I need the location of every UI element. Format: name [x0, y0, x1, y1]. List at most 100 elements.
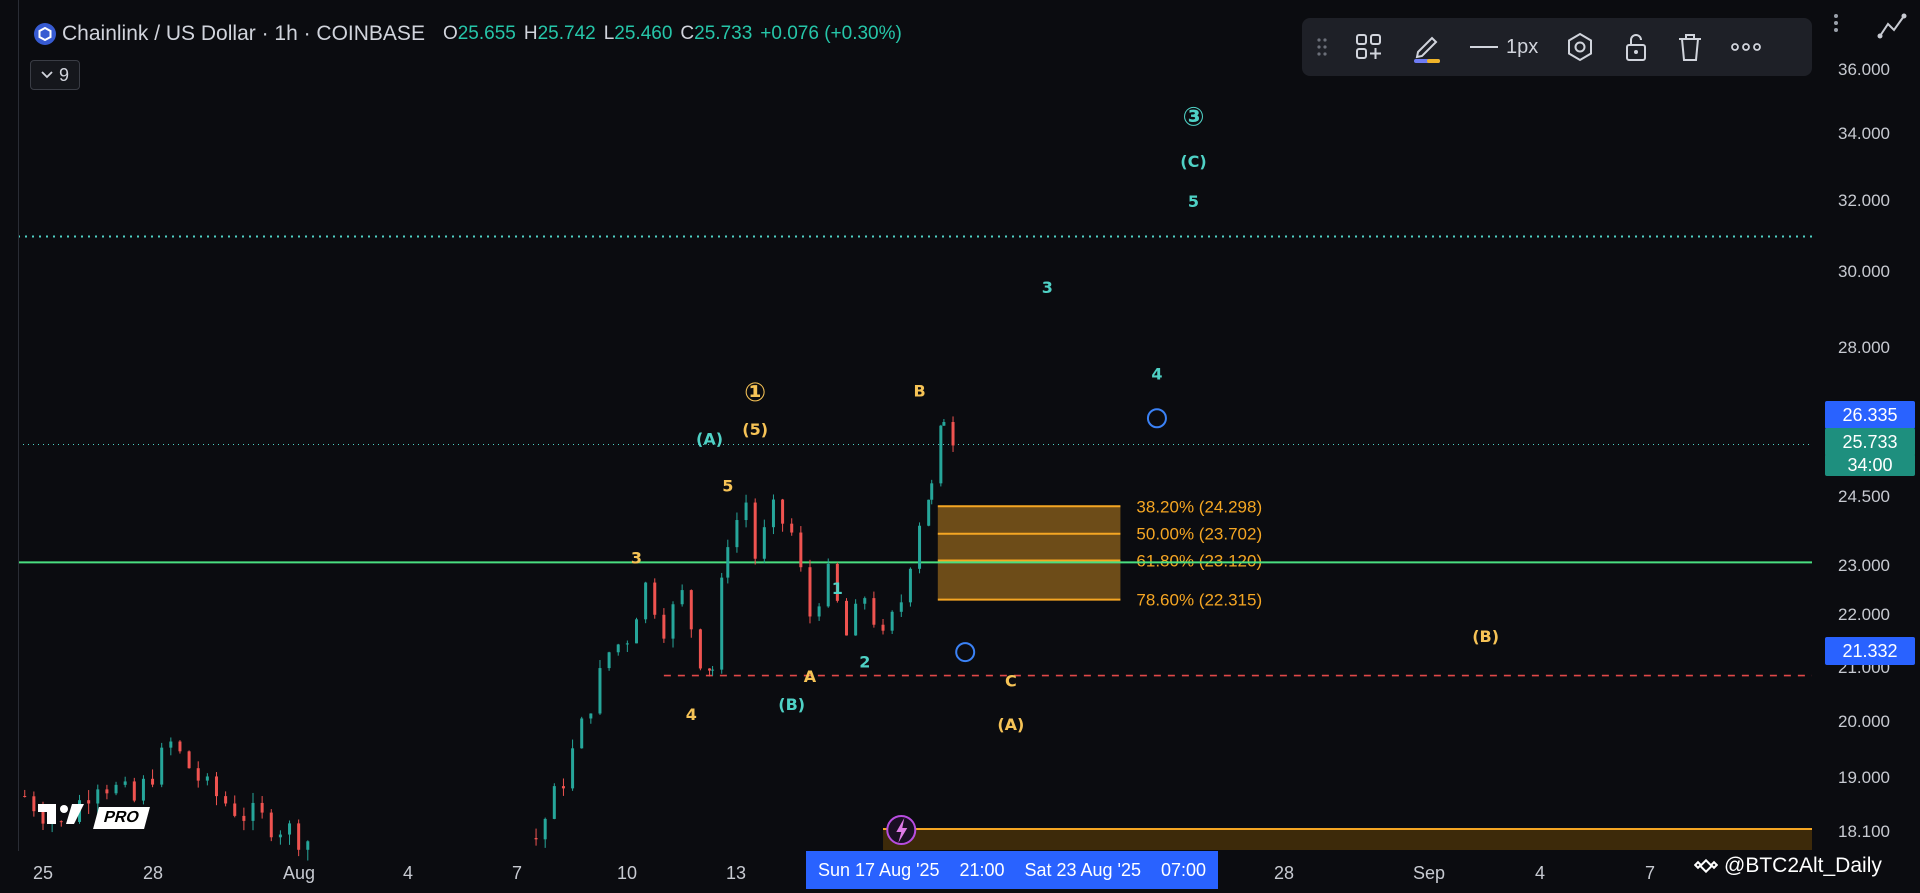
wave-label: A — [804, 667, 817, 686]
candle-body — [817, 606, 821, 617]
lock-icon[interactable] — [1622, 31, 1650, 63]
watermark: @BTC2Alt_Daily — [1694, 854, 1882, 878]
settings-hex-icon[interactable] — [1564, 31, 1596, 63]
wave-label: ① — [744, 378, 766, 408]
candle-body — [790, 523, 794, 533]
price-axis-tick: 22.000 — [1838, 605, 1890, 624]
candle-body — [708, 668, 712, 671]
candle-body — [939, 425, 943, 484]
candle-body — [781, 499, 785, 524]
candle-body — [205, 776, 209, 781]
price-axis-tick: 19.000 — [1838, 768, 1890, 787]
symbol-header: Chainlink / US Dollar · 1h · COINBASE O2… — [34, 20, 902, 48]
candle-body — [123, 781, 127, 785]
crosshair-time-left: 21:00 — [959, 859, 1005, 880]
candle-body — [233, 803, 237, 816]
time-axis-tick: Aug — [282, 863, 316, 883]
wave-label: 3 — [1042, 278, 1053, 297]
candle-body — [616, 644, 620, 653]
time-axis-tick: 28 — [1273, 863, 1295, 883]
fib-level-label: 38.20% (24.298) — [1136, 497, 1262, 516]
drag-handle-icon[interactable] — [1316, 36, 1328, 58]
add-objects-icon[interactable] — [1354, 32, 1384, 62]
ohlc-values: O25.655 H25.742 L25.460 C25.733 +0.076 (… — [442, 23, 902, 44]
wave-label: B — [913, 382, 925, 401]
candle-body — [881, 624, 885, 631]
more-icon[interactable] — [1730, 43, 1762, 51]
time-axis-tick: 7 — [511, 863, 523, 883]
candle-body — [863, 598, 867, 604]
candle-body — [698, 629, 702, 669]
chainlink-logo-icon — [34, 23, 56, 45]
candle-body — [269, 812, 273, 838]
wave-label: (A) — [696, 429, 723, 448]
drawing-toolbar: 1px — [1302, 18, 1812, 76]
price-axis-tick: 23.000 — [1838, 556, 1890, 575]
bottom-supply-zone — [883, 829, 1812, 850]
indicator-count: 9 — [58, 64, 69, 85]
candle-body — [543, 818, 547, 840]
pro-badge: PRO — [93, 806, 150, 829]
price-axis-tick: 28.000 — [1838, 338, 1890, 357]
wave-label: C — [1005, 671, 1017, 690]
candle-body — [762, 527, 766, 559]
candle-body — [251, 802, 255, 821]
time-axis-tick: 13 — [725, 863, 747, 883]
candle-body — [571, 748, 575, 789]
wave-label: 5 — [722, 477, 733, 496]
line-style-selector[interactable]: 1px — [1470, 36, 1538, 59]
wave-label: (B) — [1472, 627, 1499, 646]
left-panel-edge — [0, 0, 19, 851]
price-tag: 26.335 — [1825, 401, 1915, 429]
candle-body — [178, 741, 182, 752]
candle-body — [653, 582, 657, 615]
fib-level-label: 61.80% (23.120) — [1136, 551, 1262, 570]
candle-body — [214, 776, 218, 797]
price-tag: 25.733 — [1825, 428, 1915, 456]
candle-body — [942, 422, 946, 426]
time-axis-tick: 28 — [142, 863, 164, 883]
candle-body — [224, 796, 228, 804]
candle-body — [598, 668, 602, 714]
candle-body — [799, 532, 803, 568]
tradingview-logo: PRO — [38, 802, 150, 833]
candle-body — [278, 834, 282, 838]
wave-label: (A) — [997, 715, 1024, 734]
candle-body — [187, 751, 191, 769]
plot-area — [18, 0, 1812, 850]
candle-body — [908, 568, 912, 603]
trash-icon[interactable] — [1676, 31, 1704, 63]
candle-body — [753, 502, 757, 559]
tradingview-mark-icon — [38, 802, 90, 833]
candle-body — [297, 823, 301, 850]
candle-body — [534, 838, 538, 840]
wave-label: (5) — [742, 420, 768, 439]
binance-logo-icon — [1694, 858, 1718, 874]
symbol-title[interactable]: Chainlink / US Dollar · 1h · COINBASE — [62, 22, 425, 46]
candle-body — [141, 778, 145, 801]
candle-body — [151, 778, 155, 785]
candle-body — [625, 643, 629, 645]
price-axis-tick: 32.000 — [1838, 191, 1890, 210]
price-chart[interactable]: 38.20% (24.298) 50.00% (23.702) 61.80% (23… — [0, 0, 1920, 893]
candle-body — [288, 823, 292, 835]
crosshair-time-range-label: Sun 17 Aug '25 21:00 Sat 23 Aug '25 07:0… — [806, 851, 1218, 889]
wave-label: 2 — [859, 653, 870, 672]
watermark-text: @BTC2Alt_Daily — [1724, 854, 1882, 877]
candle-body — [930, 483, 934, 500]
time-axis-tick: 7 — [1644, 863, 1656, 883]
candle-body — [808, 567, 812, 617]
candle-body — [105, 789, 109, 794]
pencil-icon[interactable] — [1410, 30, 1444, 64]
price-axis-tick: 20.000 — [1838, 712, 1890, 731]
candle-body — [854, 603, 858, 636]
price-axis[interactable]: 36.000 34.000 32.000 30.000 28.000 24.500 23.0… — [1810, 0, 1920, 893]
candle-body — [132, 781, 136, 801]
indicators-toggle-button[interactable]: 9 — [30, 60, 80, 90]
candle-body — [826, 563, 830, 607]
candle-body — [561, 786, 565, 789]
price-axis-tick: 30.000 — [1838, 262, 1890, 281]
candle-body — [845, 600, 848, 636]
candle-body — [744, 502, 748, 521]
candle-body — [662, 614, 666, 639]
